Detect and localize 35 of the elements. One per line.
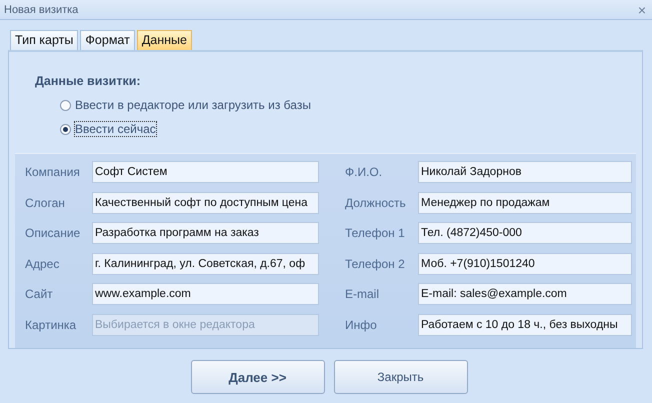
- field-label: Должность: [344, 196, 407, 210]
- input-field[interactable]: Работаем с 10 до 18 ч., без выходны: [418, 314, 632, 336]
- section-title: Данные визитки:: [35, 74, 142, 88]
- input-field[interactable]: Разработка программ на заказ: [92, 222, 319, 244]
- input-field[interactable]: Моб. +7(910)1501240: [418, 252, 632, 275]
- input-field[interactable]: Софт Систем: [92, 161, 319, 184]
- close-button[interactable]: Закрыть: [334, 360, 468, 394]
- input-field[interactable]: Менеджер по продажам: [418, 192, 632, 214]
- field-label: Слоган: [24, 196, 66, 210]
- field-label: Картинка: [24, 318, 78, 332]
- next-button[interactable]: Далее >>: [190, 360, 324, 394]
- radio-label[interactable]: Ввести в редакторе или загрузить из базы: [75, 98, 311, 112]
- input-field[interactable]: E-mail: sales@example.com: [418, 283, 632, 306]
- tab[interactable]: Тип карты: [10, 30, 78, 51]
- input-field[interactable]: Качественный софт по доступным цена: [92, 192, 319, 214]
- input-field: Выбирается в окне редактора: [92, 314, 319, 336]
- input-field[interactable]: www.example.com: [92, 283, 319, 306]
- input-field[interactable]: Тел. (4872)450-000: [418, 222, 632, 244]
- field-label: Инфо: [344, 318, 378, 332]
- field-label: Адрес: [24, 256, 60, 271]
- field-label: Сайт: [24, 287, 54, 302]
- radio-button[interactable]: [60, 100, 71, 110]
- input-field[interactable]: Николай Задорнов: [418, 161, 632, 184]
- window-title: Новая визитка: [4, 4, 78, 16]
- field-label: E-mail: [344, 287, 380, 302]
- field-label: Ф.И.О.: [344, 165, 384, 180]
- field-label: Описание: [24, 226, 82, 240]
- tab[interactable]: Формат: [80, 30, 135, 51]
- field-label: Компания: [24, 165, 81, 180]
- field-label: Телефон 2: [344, 256, 406, 271]
- radio-label[interactable]: Ввести сейчас: [75, 122, 156, 136]
- input-field[interactable]: г. Калининград, ул. Советская, д.67, оф: [92, 252, 319, 275]
- radio-button[interactable]: [60, 124, 71, 134]
- tab[interactable]: Данные: [136, 30, 192, 51]
- field-label: Телефон 1: [344, 226, 406, 240]
